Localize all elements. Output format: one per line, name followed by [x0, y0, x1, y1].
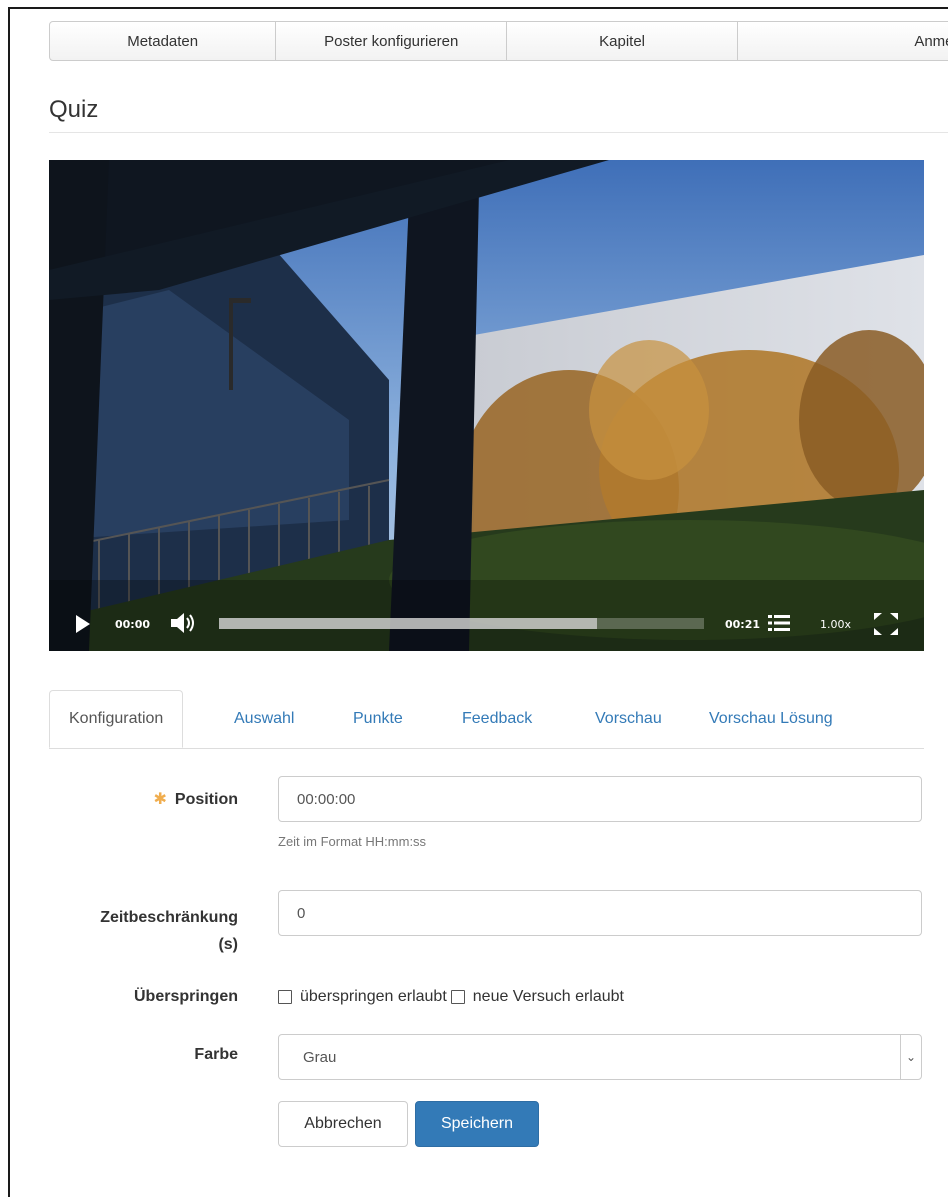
- time-limit-label: Zeitbeschränkung (s): [40, 904, 238, 958]
- page-title: Quiz: [49, 96, 99, 123]
- player-controls: 00:00 00:21 1.00x: [49, 160, 924, 651]
- cancel-button[interactable]: Abbrechen: [278, 1101, 408, 1147]
- tab-punkte[interactable]: Punkte: [353, 690, 403, 748]
- progress-bar[interactable]: [219, 618, 704, 629]
- save-button[interactable]: Speichern: [415, 1101, 539, 1147]
- skip-allowed-label[interactable]: überspringen erlaubt: [300, 988, 447, 1006]
- retry-allowed-checkbox[interactable]: [450, 990, 465, 1004]
- chapters-list-icon[interactable]: [767, 613, 791, 633]
- color-label: Farbe: [194, 1046, 238, 1063]
- time-limit-label-line1: Zeitbeschränkung: [100, 909, 238, 926]
- playback-rate-button[interactable]: 1.00x: [820, 618, 851, 631]
- tab-vorschau[interactable]: Vorschau: [595, 690, 662, 748]
- skip-label: Überspringen: [133, 988, 238, 1005]
- nav-anmerkungen-button[interactable]: Anmerk: [736, 21, 948, 61]
- current-time: 00:00: [115, 618, 151, 631]
- required-asterisk-icon: ✱: [153, 791, 167, 808]
- tab-feedback[interactable]: Feedback: [462, 690, 532, 748]
- position-label-text: Position: [174, 791, 238, 808]
- quiz-tabs: Konfiguration Auswahl Punkte Feedback Vo…: [49, 690, 924, 749]
- volume-icon[interactable]: [169, 611, 197, 635]
- skip-options: überspringen erlaubt neue Versuch erlaub…: [278, 988, 624, 1006]
- tab-auswahl[interactable]: Auswahl: [234, 690, 294, 748]
- nav-metadaten-button[interactable]: Metadaten: [49, 21, 277, 61]
- chevron-down-icon[interactable]: ⌄: [900, 1035, 921, 1079]
- time-limit-input[interactable]: 0: [278, 890, 922, 936]
- title-divider: [49, 132, 948, 133]
- time-limit-label-line2: (s): [218, 936, 238, 953]
- position-help-text: Zeit im Format HH:mm:ss: [278, 834, 427, 849]
- play-icon[interactable]: [75, 614, 91, 634]
- position-label: ✱ Position: [120, 789, 238, 809]
- position-input[interactable]: 00:00:00: [278, 776, 922, 822]
- nav-kapitel-button[interactable]: Kapitel: [506, 21, 738, 61]
- video-player[interactable]: 00:00 00:21 1.00x: [49, 160, 924, 651]
- retry-allowed-label[interactable]: neue Versuch erlaubt: [473, 988, 624, 1006]
- skip-allowed-checkbox[interactable]: [278, 990, 292, 1004]
- color-select-value: Grau: [303, 1048, 337, 1066]
- duration: 00:21: [725, 618, 761, 631]
- tab-konfiguration[interactable]: Konfiguration: [49, 690, 184, 748]
- color-select[interactable]: Grau ⌄: [278, 1034, 922, 1080]
- tab-vorschau-loesung[interactable]: Vorschau Lösung: [709, 690, 833, 748]
- progress-buffered: [219, 618, 598, 629]
- top-nav-group: Metadaten Poster konfigurieren Kapitel A…: [49, 21, 948, 63]
- fullscreen-icon[interactable]: [873, 612, 899, 636]
- nav-poster-button[interactable]: Poster konfigurieren: [275, 21, 508, 61]
